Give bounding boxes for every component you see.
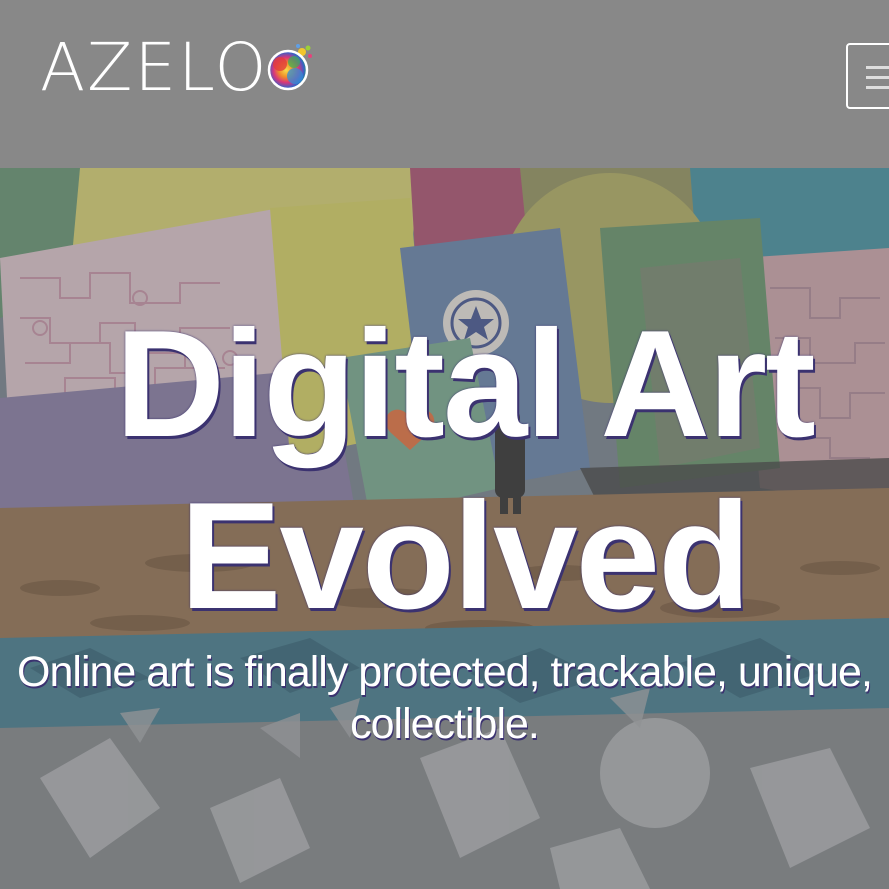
menu-button[interactable] bbox=[846, 43, 889, 109]
hero-title-line-1: Digital Art bbox=[115, 299, 816, 469]
hamburger-menu-icon bbox=[866, 76, 889, 79]
logo-text: AZELO bbox=[40, 29, 269, 106]
paint-splash-icon bbox=[268, 44, 313, 91]
hero-section: Digital Art Evolved Online art is finall… bbox=[0, 168, 889, 889]
hero-subtitle: Online art is finally protected, trackab… bbox=[17, 648, 873, 748]
page: AZELO Digital Art Evolved Online art is … bbox=[0, 0, 889, 889]
site-header: AZELO bbox=[0, 0, 889, 168]
hero-title-line-2: Evolved bbox=[180, 471, 751, 641]
logo[interactable]: AZELO bbox=[40, 29, 316, 106]
hero-title: Digital Art Evolved bbox=[0, 298, 889, 642]
hamburger-menu-icon bbox=[866, 86, 889, 89]
hamburger-menu-icon bbox=[866, 66, 889, 69]
